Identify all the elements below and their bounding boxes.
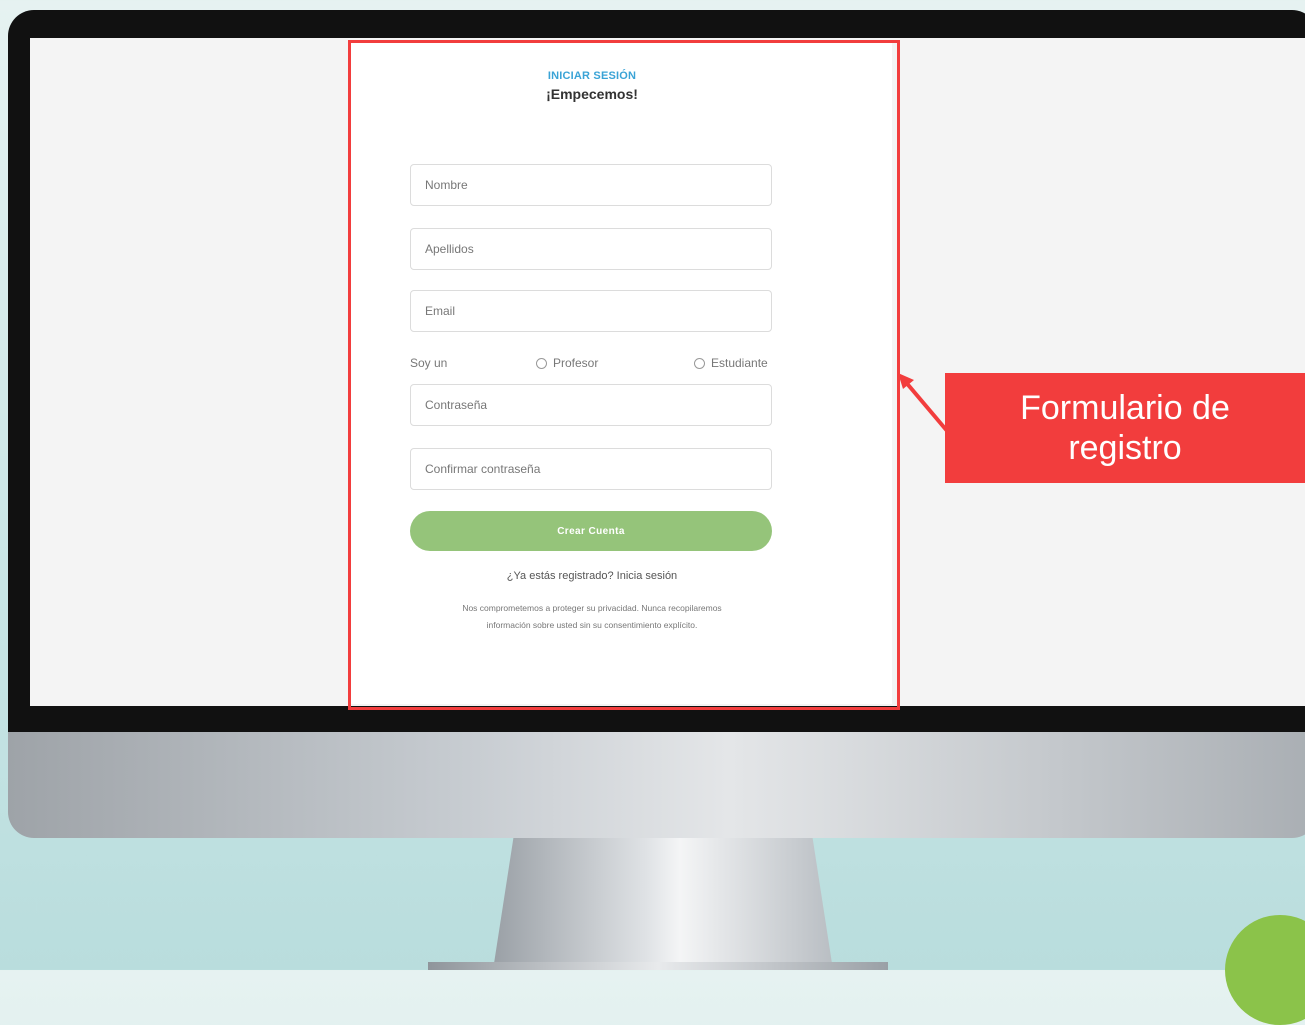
monitor-stand: [493, 838, 833, 970]
callout-line-2: registro: [1068, 429, 1182, 467]
email-input[interactable]: [410, 290, 772, 332]
login-link[interactable]: ¿Ya estás registrado? Inicia sesión: [410, 570, 774, 582]
monitor-chin: [8, 732, 1305, 838]
role-selector: Soy un Profesor Estudiante: [410, 354, 774, 372]
form-heading: ¡Empecemos!: [546, 86, 638, 102]
radio-profesor-label: Profesor: [553, 356, 599, 370]
monitor-stand-base: [428, 962, 888, 970]
create-account-button[interactable]: Crear Cuenta: [410, 511, 772, 551]
decorative-green-circle: [1225, 915, 1305, 1025]
radio-profesor[interactable]: Profesor: [536, 356, 694, 370]
registration-form: INICIAR SESIÓN ¡Empecemos! Soy un Profes…: [410, 70, 774, 630]
form-overline: INICIAR SESIÓN: [547, 70, 637, 82]
confirm-password-input[interactable]: [410, 448, 772, 490]
role-label: Soy un: [410, 356, 448, 370]
radio-estudiante-label: Estudiante: [711, 356, 768, 370]
radio-estudiante[interactable]: Estudiante: [694, 356, 768, 370]
radio-circle-icon: [536, 357, 547, 369]
callout-label: Formulario de registro: [945, 373, 1305, 483]
nombre-input[interactable]: [410, 164, 772, 206]
privacy-notice: Nos comprometemos a proteger su privacid…: [462, 603, 722, 630]
password-input[interactable]: [410, 384, 772, 426]
callout-line-1: Formulario de: [1020, 389, 1230, 427]
apellidos-input[interactable]: [410, 228, 772, 270]
radio-circle-icon: [694, 357, 705, 369]
